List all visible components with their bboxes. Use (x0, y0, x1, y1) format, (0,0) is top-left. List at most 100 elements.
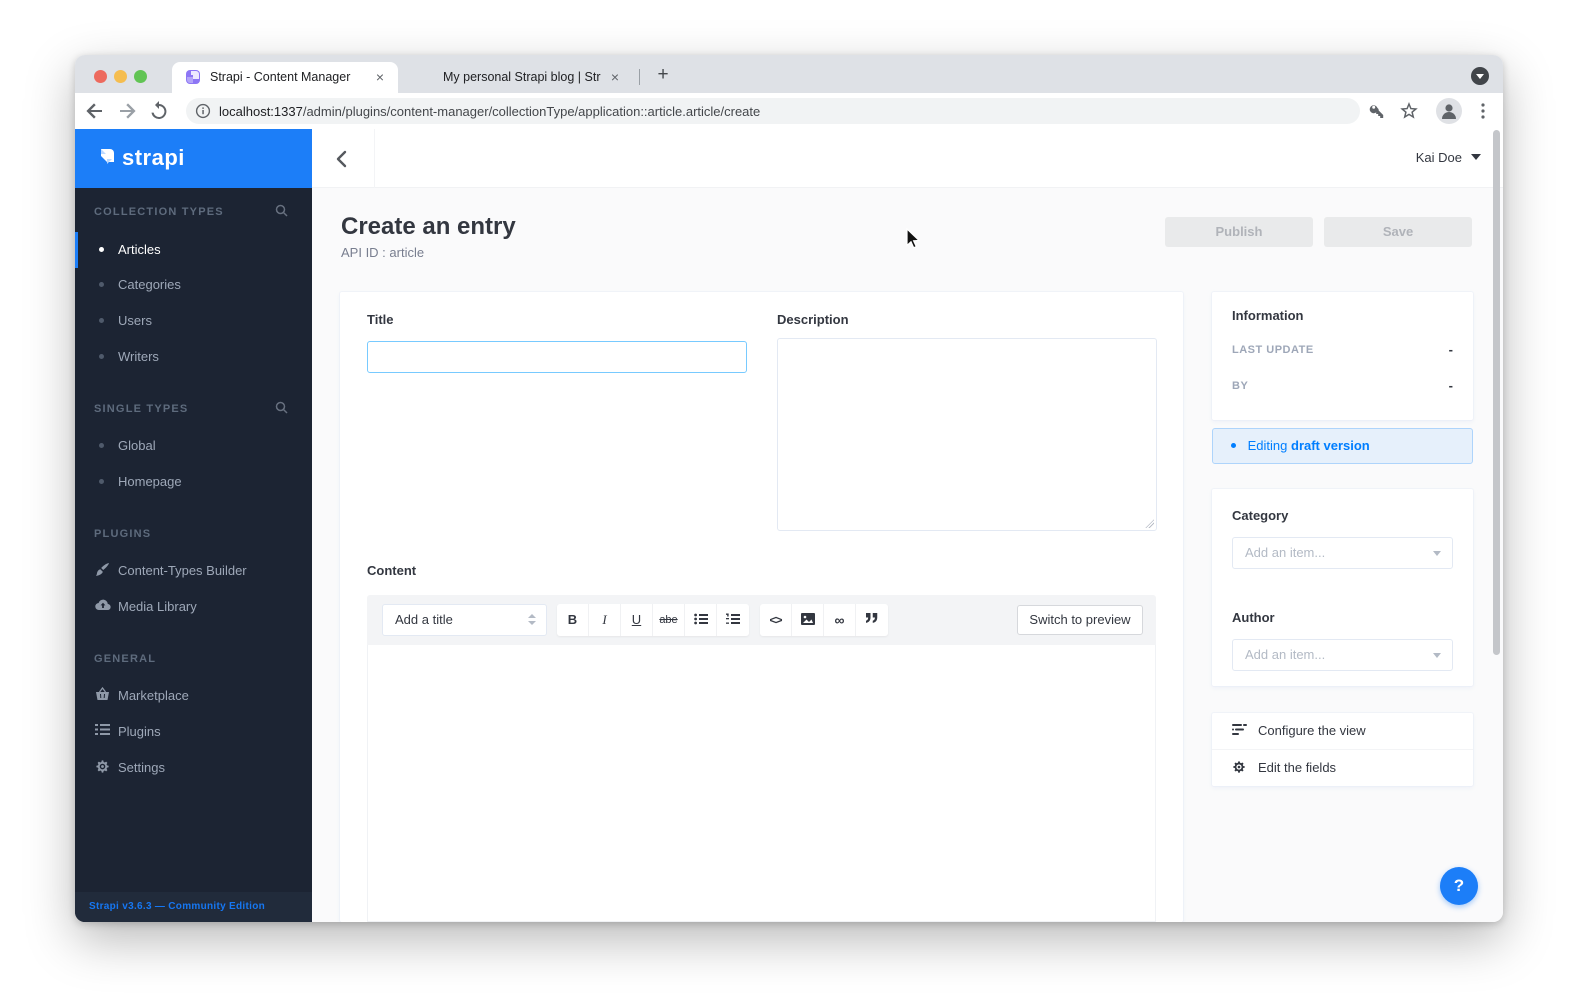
sidebar-item-plugins[interactable]: Plugins (75, 720, 312, 744)
user-menu[interactable]: Kai Doe (1416, 150, 1481, 165)
scrollbar-thumb[interactable] (1493, 130, 1500, 655)
author-label: Author (1232, 610, 1275, 625)
site-info-icon[interactable] (195, 103, 211, 124)
tab-close-icon[interactable]: × (606, 68, 624, 86)
spinner-arrows-icon (528, 614, 536, 625)
chevron-down-icon (1433, 551, 1441, 556)
page-subtitle: API ID : article (341, 245, 425, 260)
tab-strip: Strapi - Content Manager × My personal S… (75, 55, 1503, 93)
sidebar-item-marketplace[interactable]: Marketplace (75, 684, 312, 708)
chevron-down-icon (1433, 653, 1441, 658)
tab-separator (639, 69, 640, 85)
back-icon[interactable] (83, 99, 107, 123)
back-button[interactable] (312, 129, 375, 188)
unordered-list-button[interactable] (685, 604, 717, 636)
list-icon (95, 723, 111, 739)
sidebar-item-settings[interactable]: Settings (75, 756, 312, 780)
minimize-window-button[interactable] (114, 70, 127, 83)
brush-icon (95, 562, 111, 578)
resize-handle[interactable] (1145, 519, 1154, 528)
help-button[interactable]: ? (1440, 867, 1478, 905)
user-name: Kai Doe (1415, 150, 1462, 165)
sidebar: strapi COLLECTION TYPES Articles Categor… (75, 129, 312, 922)
reload-icon[interactable] (147, 99, 171, 123)
strapi-admin: strapi COLLECTION TYPES Articles Categor… (75, 129, 1503, 922)
image-button[interactable] (792, 604, 824, 636)
edit-fields-link[interactable]: Edit the fields (1212, 750, 1473, 786)
basket-icon (95, 686, 111, 703)
last-update-label: LAST UPDATE (1232, 344, 1314, 356)
sidebar-item-articles[interactable]: Articles (75, 232, 312, 268)
information-card: Information LAST UPDATE - BY - (1212, 292, 1473, 420)
switch-to-preview-button[interactable]: Switch to preview (1017, 605, 1143, 635)
view-links-card: Configure the view Edit the fields (1212, 713, 1473, 786)
sidebar-item-homepage[interactable]: Homepage (75, 470, 312, 494)
strapi-favicon-icon (185, 69, 201, 85)
ordered-list-button[interactable] (717, 604, 749, 636)
search-icon[interactable] (275, 401, 288, 419)
bookmark-star-icon[interactable] (1397, 99, 1421, 123)
gear-icon (1233, 761, 1245, 773)
title-field-label: Title (367, 312, 394, 327)
content-field-label: Content (367, 563, 417, 578)
link-button[interactable]: ∞ (824, 604, 856, 636)
italic-button[interactable]: I (589, 604, 621, 636)
title-input[interactable] (367, 341, 747, 373)
entry-form-card: Title Description Content Add a title B … (340, 292, 1183, 922)
category-select[interactable]: Add an item... (1232, 537, 1453, 569)
url-bar[interactable]: localhost:1337/admin/plugins/content-man… (186, 98, 1360, 124)
sidebar-item-writers[interactable]: Writers (75, 345, 312, 369)
profile-avatar[interactable] (1436, 98, 1462, 124)
chevron-down-icon (1476, 74, 1484, 79)
bullet-icon (99, 247, 104, 252)
editor-body[interactable] (367, 645, 1156, 922)
zoom-window-button[interactable] (134, 70, 147, 83)
image-icon (800, 613, 815, 625)
search-icon[interactable] (275, 204, 288, 222)
tab-strapi-content-manager[interactable]: Strapi - Content Manager × (172, 62, 398, 93)
blockquote-button[interactable] (856, 604, 888, 636)
ordered-list-icon (726, 613, 740, 624)
strapi-logo[interactable]: strapi (75, 129, 312, 188)
browser-window: Strapi - Content Manager × My personal S… (75, 55, 1503, 922)
save-button[interactable]: Save (1324, 217, 1472, 247)
by-value: - (1448, 378, 1453, 393)
code-button[interactable]: <> (760, 604, 792, 636)
strapi-wordmark: strapi (122, 145, 185, 170)
underline-button[interactable]: U (621, 604, 653, 636)
password-key-icon[interactable] (1365, 99, 1389, 123)
bold-button[interactable]: B (557, 604, 589, 636)
tab-close-icon[interactable]: × (371, 68, 389, 86)
editor-toolbar: Add a title B I U abe <> ∞ Switch to pre… (367, 595, 1156, 645)
bullet-icon (99, 479, 104, 484)
active-indicator (75, 232, 78, 268)
category-label: Category (1232, 508, 1289, 523)
app-header: Kai Doe (312, 129, 1503, 188)
author-select[interactable]: Add an item... (1232, 639, 1453, 671)
new-tab-button[interactable]: + (651, 63, 675, 87)
forward-icon[interactable] (115, 99, 139, 123)
tab-search-button[interactable] (1471, 67, 1489, 85)
relations-card: Category Add an item... Author Add an it… (1212, 489, 1473, 686)
draft-status-notice: Editing draft version (1212, 428, 1473, 464)
sidebar-item-content-types-builder[interactable]: Content-Types Builder (75, 559, 312, 583)
description-textarea[interactable] (777, 338, 1157, 531)
sidebar-item-users[interactable]: Users (75, 309, 312, 333)
sidebar-item-categories[interactable]: Categories (75, 273, 312, 297)
sidebar-item-global[interactable]: Global (75, 434, 312, 458)
insert-button-group: <> ∞ (760, 604, 888, 636)
browser-menu-icon[interactable] (1471, 99, 1495, 123)
configure-view-link[interactable]: Configure the view (1212, 713, 1473, 749)
publish-button[interactable]: Publish (1165, 217, 1313, 247)
close-window-button[interactable] (94, 70, 107, 83)
tab-personal-blog[interactable]: My personal Strapi blog | Strap × (405, 62, 633, 93)
heading-select[interactable]: Add a title (382, 604, 547, 636)
bullet-icon (99, 354, 104, 359)
strikethrough-button[interactable]: abe (653, 604, 685, 636)
section-plugins: PLUGINS (94, 528, 152, 540)
sliders-icon (1232, 724, 1247, 735)
blog-favicon-icon (418, 69, 434, 85)
sidebar-item-media-library[interactable]: Media Library (75, 595, 312, 619)
browser-toolbar: localhost:1337/admin/plugins/content-man… (75, 93, 1503, 129)
version-link[interactable]: Strapi v3.6.3 — Community Edition (89, 901, 265, 912)
